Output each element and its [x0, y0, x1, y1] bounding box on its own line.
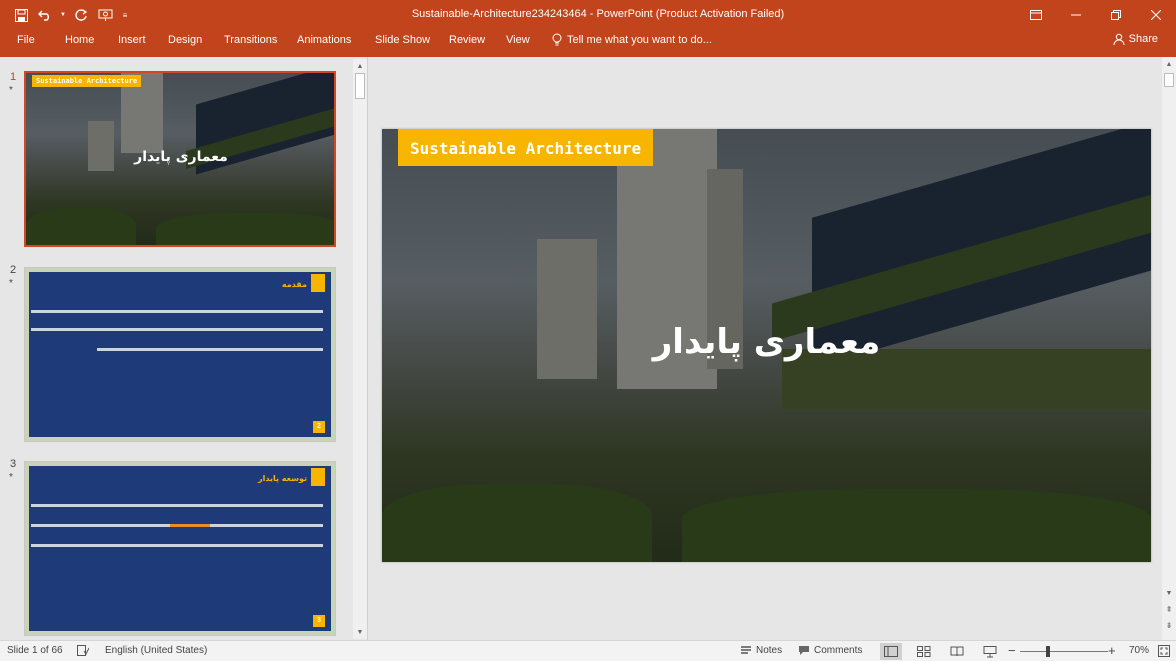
zoom-in-button[interactable]: +: [1108, 643, 1116, 658]
slide-thumbnail-1[interactable]: Sustainable Architecture معماری پایدار: [24, 71, 336, 247]
comments-label: Comments: [814, 645, 863, 656]
notes-button[interactable]: Notes: [740, 645, 782, 656]
normal-view-icon: [884, 646, 898, 657]
scroll-up-icon[interactable]: ▲: [353, 59, 367, 73]
animation-star-icon: *: [9, 278, 13, 289]
reading-view-button[interactable]: [946, 643, 968, 660]
tab-file[interactable]: File: [17, 34, 35, 46]
slide-heading: مقدمه: [281, 280, 307, 289]
spell-check-icon[interactable]: [77, 645, 89, 656]
minimize-button[interactable]: [1056, 0, 1096, 30]
tab-design[interactable]: Design: [168, 34, 202, 46]
previous-slide-icon[interactable]: ⇞: [1162, 602, 1176, 616]
window-controls: [1016, 0, 1176, 30]
scroll-thumb[interactable]: [355, 73, 365, 99]
editor-scrollbar[interactable]: ▲ ▼ ⇞ ⇟: [1162, 57, 1176, 640]
animation-star-icon: *: [9, 472, 13, 483]
share-label: Share: [1128, 33, 1158, 45]
ribbon-options-icon: [1030, 10, 1042, 20]
restore-button[interactable]: [1096, 0, 1136, 30]
tab-slide-show[interactable]: Slide Show: [375, 34, 430, 46]
main-slide[interactable]: Sustainable Architecture معماری پایدار: [382, 129, 1151, 562]
tab-view[interactable]: View: [506, 34, 530, 46]
ribbon-display-options-button[interactable]: [1016, 0, 1056, 30]
comment-icon: [799, 646, 809, 655]
scroll-up-icon[interactable]: ▲: [1162, 57, 1176, 71]
fit-to-window-icon: [1158, 645, 1170, 657]
slide-counter: Slide 1 of 66: [7, 645, 63, 656]
zoom-slider-handle[interactable]: [1046, 646, 1050, 657]
animation-star-icon: *: [9, 85, 13, 96]
next-slide-icon[interactable]: ⇟: [1162, 618, 1176, 632]
title-bar: ▼ ≡ Sustainable-Architecture234243464 - …: [0, 0, 1176, 30]
share-button[interactable]: Share: [1113, 33, 1158, 45]
slide-thumbnail-2[interactable]: مقدمه 2: [24, 267, 336, 442]
fit-slide-button[interactable]: [1158, 645, 1170, 657]
slide-thumbnail-3[interactable]: توسعه پایدار 3: [24, 461, 336, 636]
notes-icon: [741, 645, 751, 654]
tab-animations[interactable]: Animations: [297, 34, 351, 46]
slide-title[interactable]: معماری پایدار: [382, 322, 1151, 362]
page-number-badge: 3: [313, 615, 325, 627]
close-icon: [1151, 10, 1161, 20]
zoom-level[interactable]: 70%: [1129, 645, 1149, 656]
zoom-out-button[interactable]: −: [1008, 643, 1016, 658]
notes-label: Notes: [756, 645, 783, 656]
tab-home[interactable]: Home: [65, 34, 94, 46]
close-button[interactable]: [1136, 0, 1176, 30]
lightbulb-icon: [552, 33, 562, 46]
slide-heading: توسعه پایدار: [257, 474, 307, 483]
scroll-down-icon[interactable]: ▼: [1162, 586, 1176, 600]
language-indicator[interactable]: English (United States): [105, 645, 207, 656]
slide-thumbnails-pane: 1 * Sustainable Architecture معماری پاید…: [0, 57, 368, 640]
slide-tag: Sustainable Architecture: [32, 75, 142, 87]
thumbnail-number: 2: [10, 264, 17, 276]
ribbon-tabs: File Home Insert Design Transitions Anim…: [0, 30, 1176, 57]
reading-view-icon: [950, 646, 964, 657]
scroll-down-icon[interactable]: ▼: [353, 625, 367, 639]
tab-review[interactable]: Review: [449, 34, 485, 46]
thumbnail-scrollbar[interactable]: ▲ ▼: [353, 59, 367, 639]
tab-transitions[interactable]: Transitions: [224, 34, 277, 46]
person-icon: [1113, 33, 1125, 45]
slide-show-icon: [983, 645, 997, 657]
normal-view-button[interactable]: [880, 643, 902, 660]
page-number-badge: 2: [313, 421, 325, 433]
tell-me-search[interactable]: Tell me what you want to do...: [552, 33, 712, 46]
slide-sorter-button[interactable]: [913, 643, 935, 660]
slide-show-button[interactable]: [979, 643, 1001, 660]
comments-button[interactable]: Comments: [798, 645, 862, 656]
slide-sorter-icon: [917, 646, 931, 657]
status-bar: Slide 1 of 66 English (United States) No…: [0, 640, 1176, 661]
tell-me-label: Tell me what you want to do...: [567, 33, 712, 46]
restore-icon: [1111, 10, 1121, 20]
window-title: Sustainable-Architecture234243464 - Powe…: [411, 8, 785, 20]
scroll-thumb[interactable]: [1164, 73, 1174, 87]
minimize-icon: [1071, 14, 1081, 16]
tab-insert[interactable]: Insert: [118, 34, 146, 46]
zoom-slider[interactable]: [1020, 651, 1108, 652]
slide-title: معماری پایدار: [134, 149, 228, 165]
thumbnail-number: 1: [10, 71, 17, 83]
slide-tag[interactable]: Sustainable Architecture: [398, 129, 654, 166]
thumbnail-number: 3: [10, 458, 17, 470]
